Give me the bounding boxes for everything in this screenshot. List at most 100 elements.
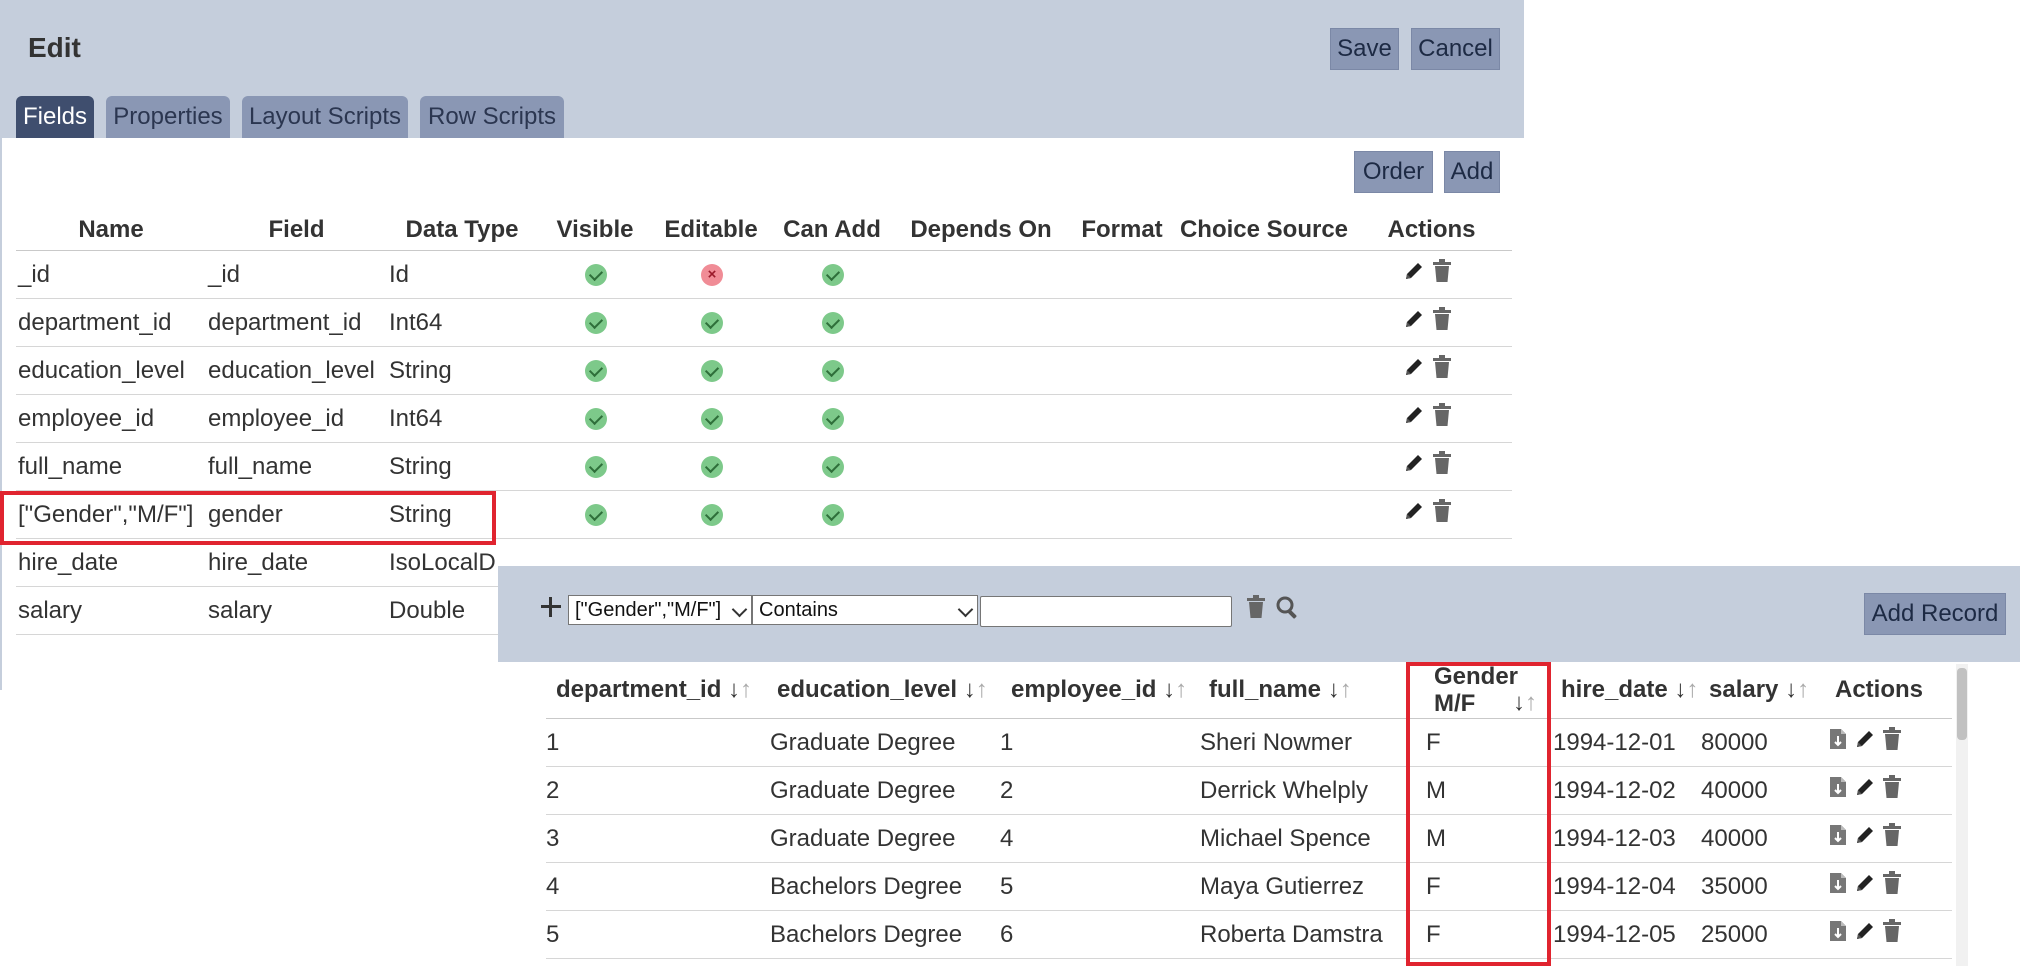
record-row[interactable]: 4 Bachelors Degree 5 Maya Gutierrez F 1994-12… bbox=[546, 862, 1952, 911]
choice-source-cell bbox=[1177, 442, 1351, 491]
sort-icon[interactable]: ↓↑ bbox=[1778, 676, 1809, 703]
add-record-button[interactable]: Add Record bbox=[1864, 593, 2006, 635]
edit-pencil-icon[interactable] bbox=[1403, 452, 1425, 481]
view-document-icon[interactable] bbox=[1829, 920, 1847, 949]
tab-row-scripts[interactable]: Row Scripts bbox=[420, 96, 564, 138]
chevron-down-icon bbox=[731, 601, 748, 618]
col-format-header[interactable]: Format bbox=[1067, 210, 1177, 251]
sort-icon[interactable]: ↓↑ bbox=[721, 676, 752, 703]
col-name-header[interactable]: Name bbox=[16, 210, 206, 251]
department-id-cell: 5 bbox=[546, 910, 766, 959]
edit-pencil-icon[interactable] bbox=[1403, 404, 1425, 433]
record-row[interactable]: 2 Graduate Degree 2 Derrick Whelply M 1994-12… bbox=[546, 766, 1952, 815]
col-canadd-header[interactable]: Can Add bbox=[769, 210, 895, 251]
tab-layout-scripts[interactable]: Layout Scripts bbox=[242, 96, 408, 138]
col-actions-header: Actions bbox=[1351, 210, 1512, 251]
depends-on-cell bbox=[895, 394, 1067, 443]
col-salary-header[interactable]: salary ↓↑ bbox=[1699, 662, 1821, 719]
delete-trash-icon[interactable] bbox=[1882, 871, 1902, 902]
edit-pencil-icon[interactable] bbox=[1403, 260, 1425, 289]
col-hire-date-header[interactable]: hire_date ↓↑ bbox=[1541, 662, 1699, 719]
add-filter-icon[interactable] bbox=[540, 596, 562, 618]
check-icon bbox=[822, 504, 844, 527]
edit-pencil-icon[interactable] bbox=[1854, 776, 1876, 805]
view-document-icon[interactable] bbox=[1829, 728, 1847, 757]
filter-value-input[interactable] bbox=[980, 596, 1232, 627]
record-row[interactable]: 5 Bachelors Degree 6 Roberta Damstra F 1994-1… bbox=[546, 910, 1952, 959]
delete-trash-icon[interactable] bbox=[1882, 727, 1902, 758]
search-icon[interactable] bbox=[1276, 596, 1300, 625]
delete-trash-icon[interactable] bbox=[1432, 451, 1452, 482]
col-department-id-header[interactable]: department_id ↓↑ bbox=[546, 662, 766, 719]
actions-cell bbox=[1351, 490, 1512, 539]
record-row[interactable]: 1 Graduate Degree 1 Sheri Nowmer F 1994-12-01… bbox=[546, 718, 1952, 767]
sort-icon[interactable]: ↓↑ bbox=[957, 676, 988, 703]
delete-trash-icon[interactable] bbox=[1882, 775, 1902, 806]
hire-date-cell: 1994-12-03 bbox=[1541, 814, 1699, 863]
actions-cell bbox=[1351, 346, 1512, 395]
check-icon bbox=[585, 312, 607, 335]
field-row[interactable]: full_name full_name String bbox=[16, 442, 1512, 491]
sort-icon[interactable]: ↓↑ bbox=[1321, 676, 1352, 703]
sort-icon[interactable]: ↓↑ bbox=[1668, 676, 1698, 703]
delete-trash-icon[interactable] bbox=[1432, 355, 1452, 386]
fields-header-row: Name Field Data Type Visible Editable Ca… bbox=[16, 210, 1512, 251]
order-button[interactable]: Order bbox=[1354, 151, 1433, 193]
edit-pencil-icon[interactable] bbox=[1854, 824, 1876, 853]
col-choicesource-header[interactable]: Choice Source bbox=[1177, 210, 1351, 251]
gender-cell: M bbox=[1404, 814, 1541, 863]
field-row[interactable]: education_level education_level String bbox=[16, 346, 1512, 395]
delete-trash-icon[interactable] bbox=[1882, 823, 1902, 854]
sort-icon[interactable]: ↓↑ bbox=[1156, 676, 1187, 703]
filter-field-select[interactable]: ["Gender","M/F"] bbox=[568, 595, 752, 625]
col-datatype-header[interactable]: Data Type bbox=[387, 210, 537, 251]
clear-filter-icon[interactable] bbox=[1246, 595, 1266, 624]
col-dependson-header[interactable]: Depends On bbox=[895, 210, 1067, 251]
col-field-header[interactable]: Field bbox=[206, 210, 387, 251]
edit-pencil-icon[interactable] bbox=[1403, 356, 1425, 385]
field-field-cell: _id bbox=[206, 250, 387, 299]
add-field-button[interactable]: Add bbox=[1444, 151, 1500, 193]
cancel-button[interactable]: Cancel bbox=[1411, 28, 1500, 70]
delete-trash-icon[interactable] bbox=[1882, 919, 1902, 950]
field-row[interactable]: employee_id employee_id Int64 bbox=[16, 394, 1512, 443]
view-document-icon[interactable] bbox=[1829, 824, 1847, 853]
field-row[interactable]: department_id department_id Int64 bbox=[16, 298, 1512, 347]
filter-operator-select[interactable]: Contains bbox=[752, 595, 978, 625]
full-name-cell: Roberta Damstra bbox=[1198, 910, 1404, 959]
sort-icon[interactable]: ↓↑ bbox=[1513, 689, 1537, 716]
field-row[interactable]: ["Gender","M/F"] gender String bbox=[16, 490, 1512, 539]
full-name-cell: Maya Gutierrez bbox=[1198, 862, 1404, 911]
col-full-name-header[interactable]: full_name ↓↑ bbox=[1198, 662, 1404, 719]
delete-trash-icon[interactable] bbox=[1432, 499, 1452, 530]
col-gender-header[interactable]: Gender M/F ↓↑ bbox=[1404, 662, 1541, 719]
save-button[interactable]: Save bbox=[1330, 28, 1399, 70]
col-actions-header: Actions bbox=[1821, 662, 1952, 719]
col-visible-header[interactable]: Visible bbox=[537, 210, 653, 251]
edit-pencil-icon[interactable] bbox=[1403, 308, 1425, 337]
salary-cell: 35000 bbox=[1699, 862, 1821, 911]
records-scrollbar-thumb[interactable] bbox=[1957, 668, 1967, 740]
edit-pencil-icon[interactable] bbox=[1854, 920, 1876, 949]
tab-properties[interactable]: Properties bbox=[106, 96, 230, 138]
view-document-icon[interactable] bbox=[1829, 776, 1847, 805]
edit-pencil-icon[interactable] bbox=[1854, 728, 1876, 757]
education-level-cell: Graduate Degree bbox=[766, 814, 1000, 863]
delete-trash-icon[interactable] bbox=[1432, 403, 1452, 434]
col-education-level-header[interactable]: education_level ↓↑ bbox=[766, 662, 1000, 719]
tab-fields[interactable]: Fields bbox=[16, 96, 94, 138]
check-icon bbox=[701, 312, 723, 335]
visible-cell bbox=[537, 250, 653, 299]
record-row[interactable]: 3 Graduate Degree 4 Michael Spence M 1994-12-… bbox=[546, 814, 1952, 863]
field-row[interactable]: _id _id Id × bbox=[16, 250, 1512, 299]
field-type-cell: Int64 bbox=[387, 298, 537, 347]
edit-pencil-icon[interactable] bbox=[1854, 872, 1876, 901]
delete-trash-icon[interactable] bbox=[1432, 307, 1452, 338]
depends-on-cell bbox=[895, 346, 1067, 395]
view-document-icon[interactable] bbox=[1829, 872, 1847, 901]
edit-pencil-icon[interactable] bbox=[1403, 500, 1425, 529]
col-editable-header[interactable]: Editable bbox=[653, 210, 769, 251]
department-id-cell: 4 bbox=[546, 862, 766, 911]
col-employee-id-header[interactable]: employee_id ↓↑ bbox=[1000, 662, 1198, 719]
delete-trash-icon[interactable] bbox=[1432, 259, 1452, 290]
